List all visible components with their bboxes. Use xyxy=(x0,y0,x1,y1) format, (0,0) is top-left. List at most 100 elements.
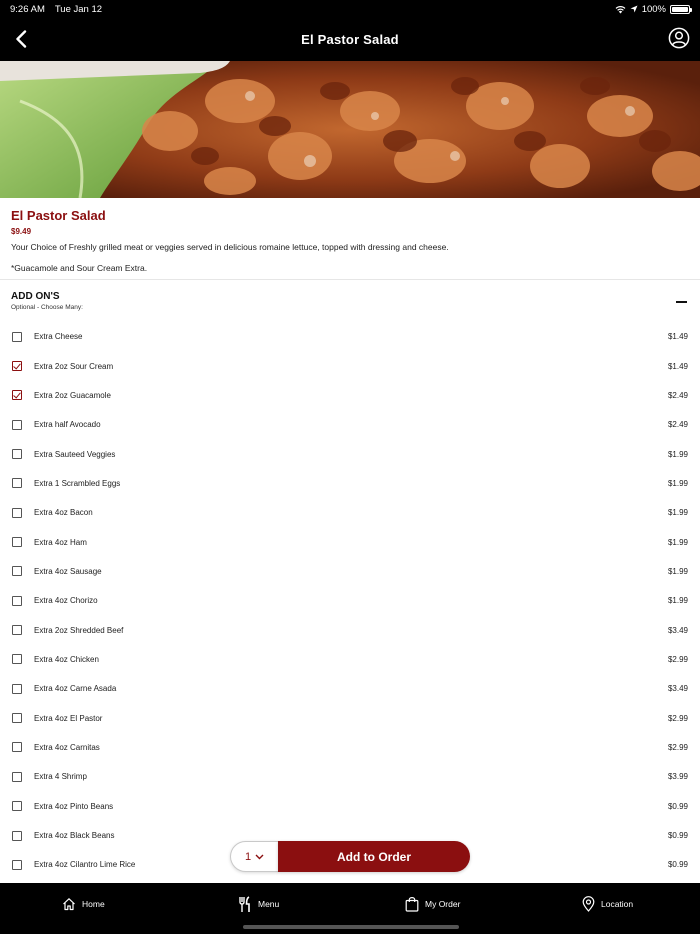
addon-price: $2.99 xyxy=(667,654,688,664)
addon-label: Extra 4oz Cilantro Lime Rice xyxy=(34,860,136,870)
addon-checkbox[interactable] xyxy=(12,801,22,812)
addon-price: $3.49 xyxy=(667,684,688,694)
tab-bar: Home Menu My Order Location xyxy=(0,883,700,934)
addon-price: $1.99 xyxy=(667,508,688,518)
addon-price: $1.49 xyxy=(667,332,688,342)
tab-home-label: Home xyxy=(82,899,105,909)
chevron-left-icon xyxy=(16,30,27,48)
addon-checkbox[interactable] xyxy=(12,683,22,694)
add-to-order-button[interactable]: Add to Order xyxy=(278,841,470,872)
item-description: Your Choice of Freshly grilled meat or v… xyxy=(11,242,449,252)
tab-my-order[interactable]: My Order xyxy=(405,895,460,913)
addon-checkbox[interactable] xyxy=(12,331,22,342)
addon-option[interactable]: Extra 4oz Carne Asada $3.49 xyxy=(0,674,700,703)
addon-checkbox[interactable] xyxy=(12,419,22,430)
addon-label: Extra Sauteed Veggies xyxy=(34,449,116,459)
addon-option[interactable]: Extra 4oz Ham $1.99 xyxy=(0,527,700,556)
addon-option[interactable]: Extra 2oz Sour Cream $1.49 xyxy=(0,351,700,380)
addon-label: Extra 4oz Sausage xyxy=(34,566,102,576)
addon-option[interactable]: Extra half Avocado $2.49 xyxy=(0,410,700,439)
addon-price: $2.99 xyxy=(667,742,688,752)
wifi-icon xyxy=(615,5,626,13)
addon-price: $1.99 xyxy=(667,566,688,576)
location-arrow-icon xyxy=(630,5,638,13)
add-to-order-bar: 1 Add to Order xyxy=(230,841,470,872)
addon-price: $2.49 xyxy=(667,420,688,430)
addon-checkbox[interactable] xyxy=(12,361,22,372)
profile-button[interactable] xyxy=(668,27,690,49)
addon-label: Extra 2oz Shredded Beef xyxy=(34,625,124,635)
addon-option[interactable]: Extra 4oz El Pastor $2.99 xyxy=(0,703,700,732)
addon-label: Extra 1 Scrambled Eggs xyxy=(34,478,121,488)
addon-option[interactable]: Extra 4 Shrimp $3.99 xyxy=(0,762,700,791)
addon-option[interactable]: Extra 2oz Shredded Beef $3.49 xyxy=(0,615,700,644)
shopping-bag-icon xyxy=(405,897,419,912)
addon-checkbox[interactable] xyxy=(12,478,22,489)
addon-option[interactable]: Extra 4oz Pinto Beans $0.99 xyxy=(0,792,700,821)
addon-checkbox[interactable] xyxy=(12,595,22,606)
item-name: El Pastor Salad xyxy=(11,208,106,223)
tab-my-order-label: My Order xyxy=(425,899,461,909)
addon-label: Extra 4oz Carnitas xyxy=(34,742,100,752)
status-date: Tue Jan 12 xyxy=(54,3,103,15)
tab-location[interactable]: Location xyxy=(582,895,633,913)
addon-label: Extra half Avocado xyxy=(34,420,101,430)
addon-price: $1.99 xyxy=(667,449,688,459)
home-icon xyxy=(63,898,75,911)
addon-price: $2.99 xyxy=(667,713,688,723)
addon-price: $3.49 xyxy=(667,625,688,635)
addons-list: Extra Cheese $1.49 Extra 2oz Sour Cream $1.… xyxy=(0,322,700,880)
addon-option[interactable]: Extra 4oz Chorizo $1.99 xyxy=(0,586,700,615)
addon-label: Extra 4 Shrimp xyxy=(34,772,87,782)
chevron-down-icon xyxy=(255,854,264,859)
addon-option[interactable]: Extra 4oz Bacon $1.99 xyxy=(0,498,700,527)
addon-option[interactable]: Extra Cheese $1.49 xyxy=(0,322,700,351)
addon-option[interactable]: Extra 2oz Guacamole $2.49 xyxy=(0,381,700,410)
back-button[interactable] xyxy=(10,26,32,52)
tab-menu[interactable]: Menu xyxy=(238,895,279,913)
addon-checkbox[interactable] xyxy=(12,713,22,724)
user-icon xyxy=(668,27,690,49)
tab-home[interactable]: Home xyxy=(62,895,105,913)
addon-label: Extra 2oz Guacamole xyxy=(34,390,111,400)
addon-price: $1.99 xyxy=(667,478,688,488)
map-pin-icon xyxy=(582,896,595,912)
status-time: 9:26 AM xyxy=(10,3,45,15)
addon-checkbox[interactable] xyxy=(12,742,22,753)
addon-label: Extra 2oz Sour Cream xyxy=(34,361,114,371)
addon-label: Extra 4oz Ham xyxy=(34,537,87,547)
addon-checkbox[interactable] xyxy=(12,390,22,401)
addon-checkbox[interactable] xyxy=(12,771,22,782)
addon-checkbox[interactable] xyxy=(12,654,22,665)
addon-option[interactable]: Extra 4oz Chicken $2.99 xyxy=(0,645,700,674)
addon-label: Extra 4oz Carne Asada xyxy=(34,684,117,694)
addon-checkbox[interactable] xyxy=(12,537,22,548)
addon-label: Extra 4oz El Pastor xyxy=(34,713,103,723)
item-info: El Pastor Salad $9.49 Your Choice of Fre… xyxy=(0,198,700,280)
home-indicator xyxy=(243,925,459,929)
addon-price: $2.49 xyxy=(667,390,688,400)
addon-checkbox[interactable] xyxy=(12,449,22,460)
addon-checkbox[interactable] xyxy=(12,507,22,518)
item-note: *Guacamole and Sour Cream Extra. xyxy=(11,263,148,273)
addon-label: Extra 4oz Chicken xyxy=(34,654,99,664)
addon-option[interactable]: Extra 1 Scrambled Eggs $1.99 xyxy=(0,469,700,498)
addon-price: $0.99 xyxy=(667,801,688,811)
addon-option[interactable]: Extra 4oz Sausage $1.99 xyxy=(0,557,700,586)
addon-price: $0.99 xyxy=(667,860,688,870)
addon-checkbox[interactable] xyxy=(12,830,22,841)
addon-checkbox[interactable] xyxy=(12,566,22,577)
battery-percent: 100% xyxy=(641,3,666,15)
addon-checkbox[interactable] xyxy=(12,859,22,870)
status-bar: 9:26 AM Tue Jan 12 100% xyxy=(0,0,700,18)
quantity-select[interactable]: 1 xyxy=(230,841,278,872)
collapse-addons-button[interactable] xyxy=(676,296,688,308)
addons-title: ADD ON'S xyxy=(11,291,60,302)
addon-option[interactable]: Extra 4oz Carnitas $2.99 xyxy=(0,733,700,762)
addon-label: Extra 4oz Pinto Beans xyxy=(34,801,114,811)
tab-location-label: Location xyxy=(601,899,634,909)
addon-label: Extra 4oz Black Beans xyxy=(34,831,115,841)
addon-checkbox[interactable] xyxy=(12,625,22,636)
addons-header: ADD ON'S Optional - Choose Many: xyxy=(0,290,700,318)
addon-option[interactable]: Extra Sauteed Veggies $1.99 xyxy=(0,439,700,468)
